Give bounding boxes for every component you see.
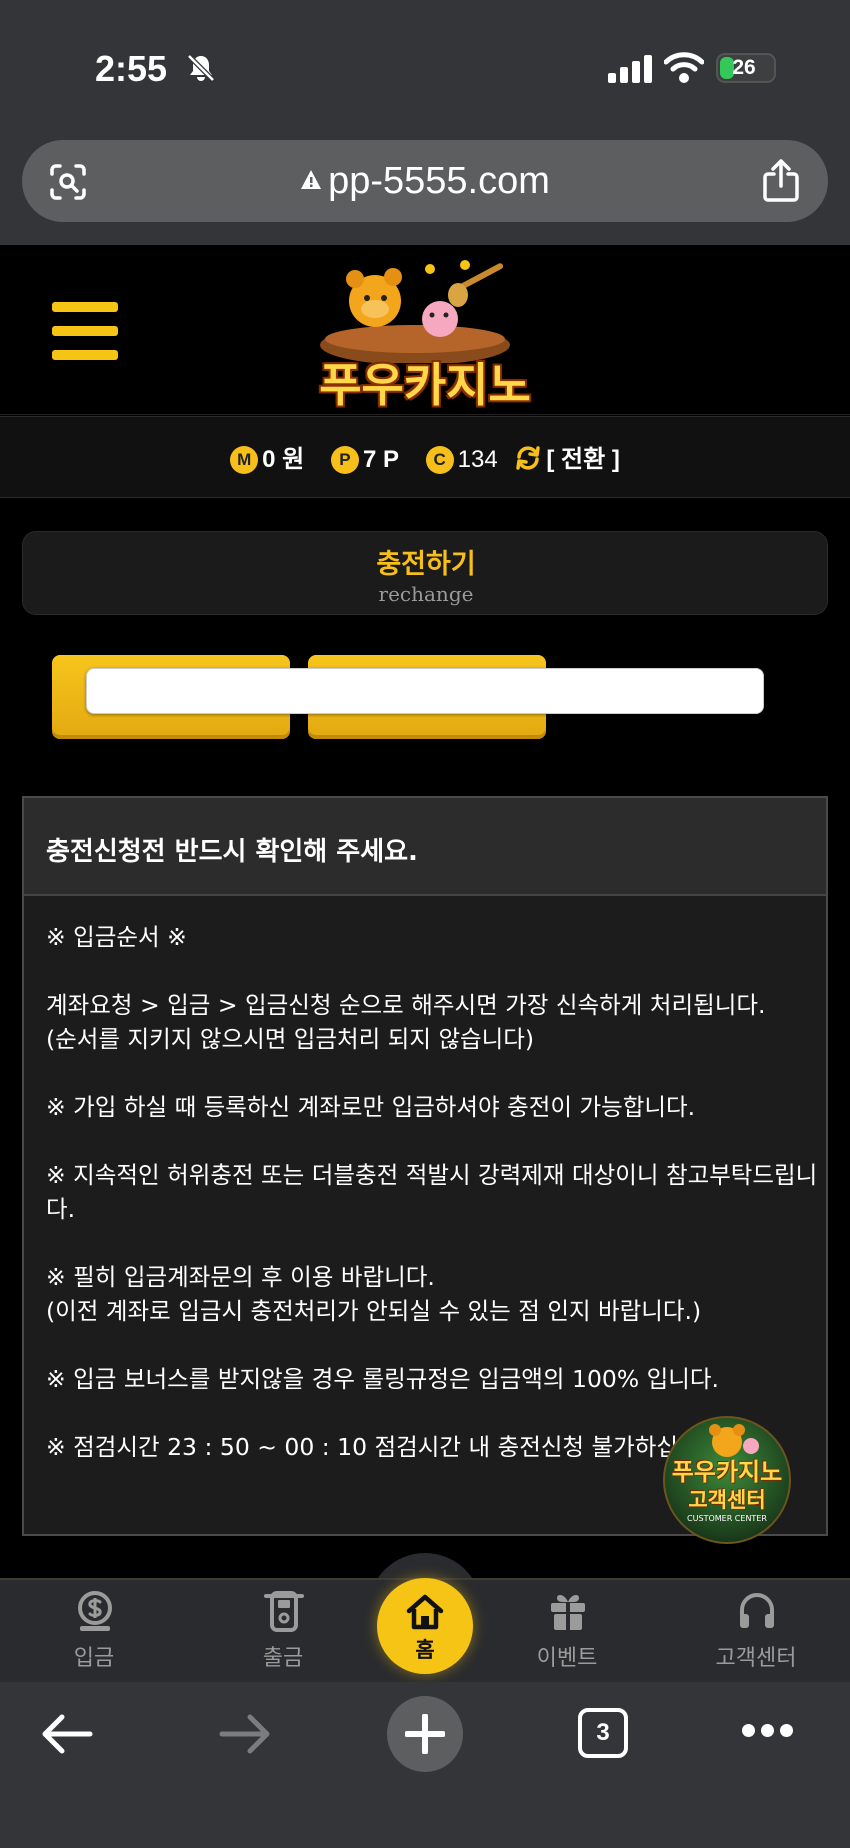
battery-indicator: 26 — [716, 53, 776, 83]
refresh-icon — [516, 446, 541, 470]
url-field[interactable]: pp-5555.com — [22, 140, 828, 222]
notice-line: ※ 지속적인 허위충전 또는 더블충전 적발시 강력제재 대상이니 참고부탁드립… — [46, 1161, 818, 1189]
gift-icon — [551, 1594, 585, 1630]
notice-line: ※ 점검시간 23 : 50 ~ 00 : 10 점검시간 내 충전신청 불가하… — [46, 1433, 700, 1461]
page-title: 충전하기 — [376, 549, 476, 580]
money-balance: M0 원 — [230, 439, 304, 474]
browser-toolbar: 3 — [0, 1682, 850, 1848]
notice-line: ※ 필히 입금계좌문의 후 이용 바랍니다. — [46, 1263, 435, 1291]
logo-text: 푸우카지노 — [319, 358, 531, 412]
point-value: 7 P — [362, 446, 399, 473]
notice-heading: 충전신청전 반드시 확인해 주세요. — [46, 837, 418, 867]
site-logo[interactable]: 푸우카지노 — [300, 253, 550, 412]
url-text: pp-5555.com — [22, 160, 828, 203]
notice-line: (이전 계좌로 입금시 충전처리가 안되실 수 있는 점 인지 바랍니다.) — [46, 1297, 702, 1325]
back-arrow-icon[interactable] — [40, 1712, 94, 1756]
atm-icon — [264, 1591, 304, 1632]
notice-line: ※ 입금순서 ※ — [46, 923, 187, 951]
customer-center-badge[interactable]: 푸우카지노 고객센터 CUSTOMER CENTER — [663, 1416, 791, 1544]
money-value: 0 원 — [262, 446, 305, 473]
nav-event-label: 이벤트 — [536, 1646, 598, 1671]
notice-line: ※ 입금 보너스를 받지않을 경우 롤링규정은 입금액의 100% 입니다. — [46, 1365, 719, 1393]
notice-line: 다. — [46, 1195, 76, 1223]
dollar-icon — [78, 1591, 112, 1631]
nav-event[interactable]: 이벤트 — [497, 1580, 637, 1684]
badge-title: 고객센터 — [688, 1488, 766, 1512]
badge-subtitle: CUSTOMER CENTER — [687, 1514, 767, 1523]
wifi-icon — [664, 52, 704, 83]
point-badge-icon: P — [330, 446, 359, 474]
nav-deposit[interactable]: 입금 — [24, 1580, 164, 1684]
notice-line: 계좌요청 > 입금 > 입금신청 순으로 해주시면 가장 신속하게 처리됩니다. — [46, 991, 766, 1019]
nav-home[interactable]: 홈 — [377, 1578, 473, 1674]
money-badge-icon: M — [230, 446, 259, 474]
battery-percent: 26 — [732, 56, 756, 79]
page-subtitle: rechange — [378, 582, 474, 606]
coin-balance: C 134 — [425, 446, 498, 474]
balance-bar: M0 원 P7 P C 134 [ 전환 ] — [0, 416, 850, 498]
share-icon[interactable] — [760, 158, 802, 204]
url-domain: pp-5555.com — [328, 160, 550, 202]
notice-line: ※ 가입 하실 때 등록하신 계좌로만 입금하셔야 충전이 가능합니다. — [46, 1093, 696, 1121]
clock: 2:55 — [95, 48, 168, 89]
warning-icon — [301, 170, 322, 189]
status-bar: 2:55 26 — [0, 0, 850, 135]
headset-icon — [740, 1593, 774, 1628]
coin-value: 134 — [457, 446, 498, 473]
notice-line: (순서를 지키지 않으시면 입금처리 되지 않습니다) — [46, 1025, 535, 1053]
more-icon[interactable] — [742, 1724, 793, 1738]
plus-icon — [405, 1714, 445, 1754]
site-header: 푸우카지노 — [0, 245, 850, 415]
coin-badge-icon: C — [425, 446, 454, 474]
badge-brand: 푸우카지노 — [671, 1458, 783, 1486]
browser-address-bar: pp-5555.com — [0, 135, 850, 245]
notice-header: 충전신청전 반드시 확인해 주세요. — [24, 798, 826, 896]
forward-arrow-icon[interactable] — [218, 1712, 272, 1756]
switch-label: [ 전환 ] — [546, 446, 620, 473]
bell-off-icon — [187, 54, 215, 82]
nav-support[interactable]: 고객센터 — [686, 1580, 826, 1684]
nav-withdraw-label: 출금 — [262, 1646, 304, 1671]
nav-home-label: 홈 — [415, 1638, 435, 1662]
nav-withdraw[interactable]: 출금 — [213, 1580, 353, 1684]
point-balance: P7 P — [330, 446, 399, 474]
nav-support-label: 고객센터 — [715, 1646, 797, 1671]
nav-deposit-label: 입금 — [73, 1646, 115, 1671]
home-icon — [406, 1594, 444, 1630]
tab-switcher-button[interactable]: 3 — [578, 1708, 628, 1758]
menu-icon[interactable] — [52, 302, 118, 360]
pooh-mascot-icon — [320, 260, 510, 365]
cellular-signal-icon — [608, 55, 652, 83]
page-title-card: 충전하기 rechange — [22, 531, 828, 615]
switch-button[interactable]: [ 전환 ] — [514, 439, 620, 474]
overlay-input-field[interactable] — [86, 668, 764, 714]
new-tab-button[interactable] — [387, 1696, 463, 1772]
